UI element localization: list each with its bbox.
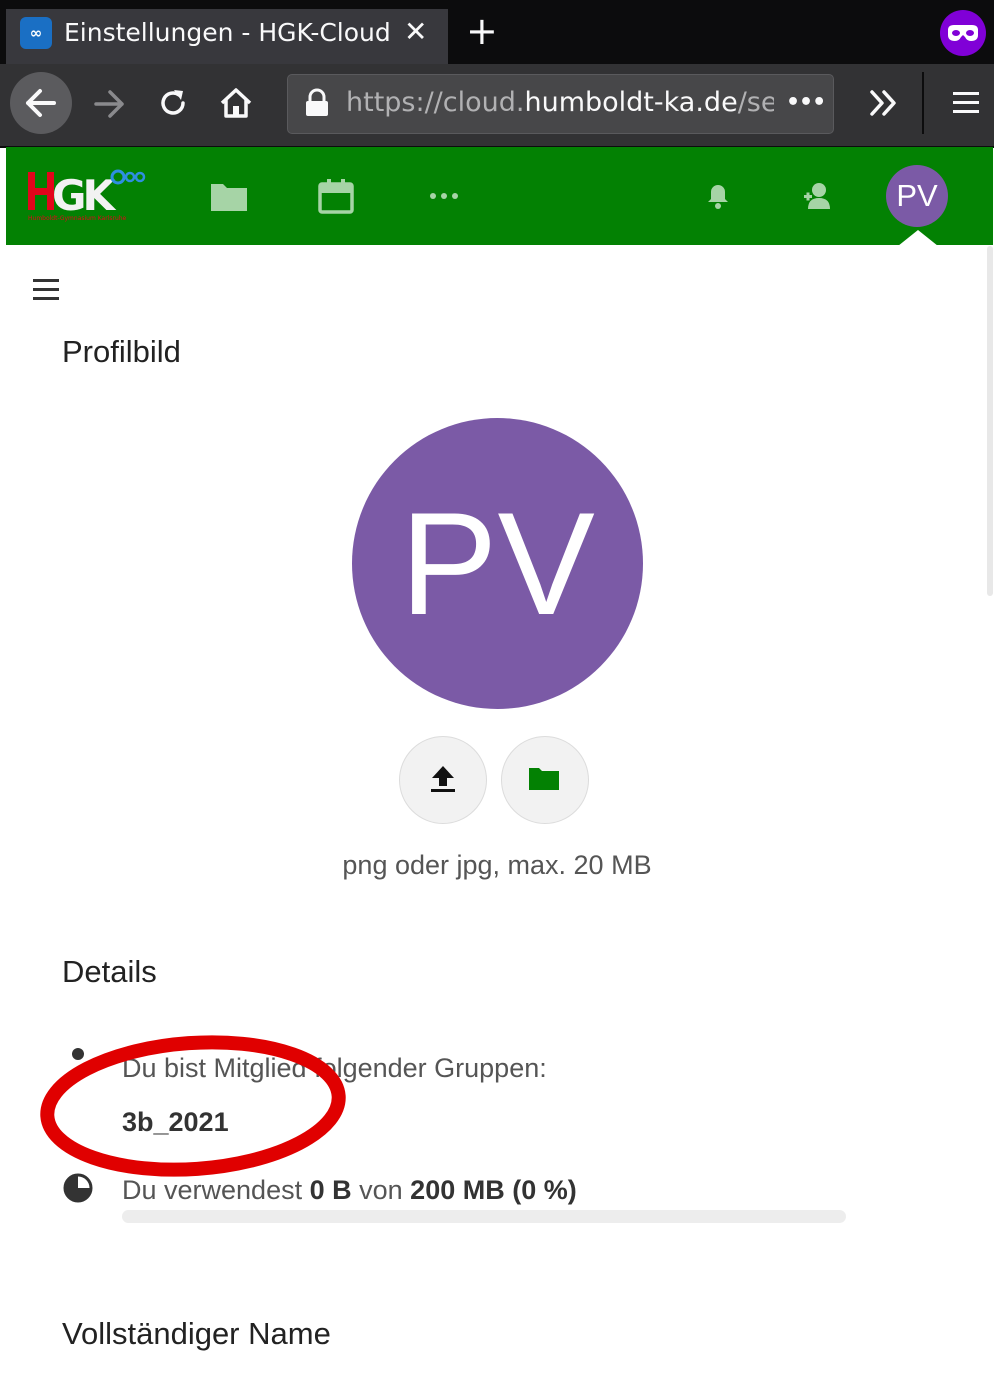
red-highlight-ellipse: [40, 1030, 350, 1184]
upload-icon: [430, 764, 456, 798]
quota-percent: (0 %): [512, 1175, 577, 1205]
more-apps-icon[interactable]: [426, 186, 462, 210]
contacts-icon[interactable]: [802, 180, 834, 216]
details-heading: Details: [62, 954, 157, 989]
profile-picture-heading: Profilbild: [62, 334, 181, 369]
tab-title: Einstellungen - HGK-Cloud: [64, 18, 391, 47]
full-name-heading: Vollständiger Name: [62, 1316, 331, 1351]
url-subdomain: cloud.: [442, 87, 525, 118]
files-icon[interactable]: [210, 180, 248, 216]
logo-subtext: Humboldt-Gymnasium Karlsruhe: [28, 215, 127, 222]
folder-icon: [528, 766, 560, 796]
svg-text:GK: GK: [52, 171, 116, 220]
reload-icon[interactable]: [156, 86, 190, 124]
overflow-chevron-icon[interactable]: [868, 88, 900, 122]
image-format-hint: png oder jpg, max. 20 MB: [342, 850, 652, 880]
url-scheme: https://: [346, 87, 443, 118]
url-text[interactable]: https://cloud.humboldt-ka.de/se: [346, 86, 774, 120]
scrollbar[interactable]: [987, 246, 993, 596]
new-tab-button[interactable]: +: [466, 10, 498, 52]
hgk-logo[interactable]: GK Humboldt-Gymnasium Karlsruhe: [26, 164, 148, 224]
back-button[interactable]: [10, 72, 72, 134]
nextcloud-favicon-icon: ∞: [20, 17, 52, 49]
quota-progress-bar: [122, 1210, 846, 1223]
tab-close-icon[interactable]: ✕: [404, 14, 427, 50]
page-actions-icon[interactable]: •••: [786, 86, 826, 120]
calendar-icon[interactable]: [318, 178, 354, 218]
back-arrow-icon: [26, 89, 56, 117]
quota-mid: von: [351, 1175, 411, 1205]
nextcloud-header: [6, 147, 993, 245]
hamburger-menu-icon[interactable]: [952, 90, 980, 120]
menu-caret: [898, 230, 938, 246]
toolbar-divider: [922, 72, 924, 134]
quota-total: 200 MB: [410, 1175, 505, 1205]
lock-icon[interactable]: [303, 88, 331, 122]
private-browsing-mask-icon: [940, 10, 986, 56]
home-icon[interactable]: [218, 86, 254, 124]
url-domain: humboldt-ka.de: [524, 87, 738, 118]
app-navigation-toggle-icon[interactable]: [32, 276, 60, 308]
url-path: /se: [737, 87, 774, 118]
user-avatar-menu[interactable]: PV: [886, 165, 948, 227]
profile-avatar: PV: [352, 418, 643, 709]
forward-arrow-icon[interactable]: [92, 88, 126, 124]
notifications-bell-icon[interactable]: [706, 182, 730, 214]
